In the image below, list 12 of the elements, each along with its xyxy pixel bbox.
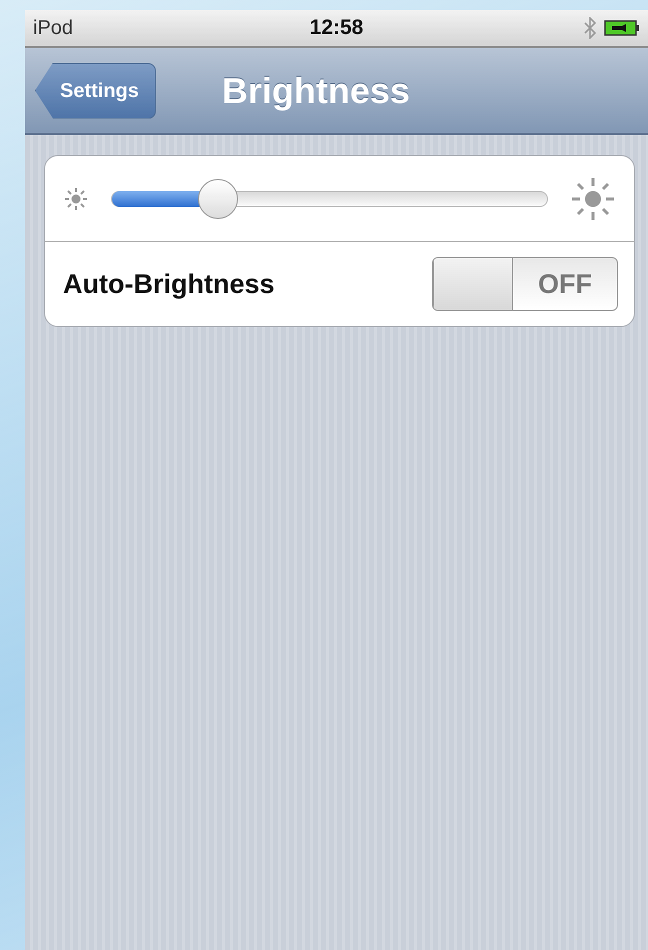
battery-icon bbox=[604, 19, 640, 37]
screen-title: Brightness bbox=[222, 68, 410, 113]
back-button[interactable]: Settings bbox=[35, 62, 156, 118]
carrier-label: iPod bbox=[33, 16, 74, 41]
bluetooth-icon bbox=[584, 17, 596, 39]
slider-thumb[interactable] bbox=[198, 178, 238, 218]
dim-sun-icon bbox=[63, 186, 89, 212]
bright-sun-icon bbox=[570, 176, 616, 222]
auto-brightness-label: Auto-Brightness bbox=[63, 268, 274, 301]
brightness-slider[interactable] bbox=[111, 178, 548, 220]
clock: 12:58 bbox=[310, 15, 364, 42]
toggle-switch[interactable]: OFF bbox=[432, 257, 618, 311]
